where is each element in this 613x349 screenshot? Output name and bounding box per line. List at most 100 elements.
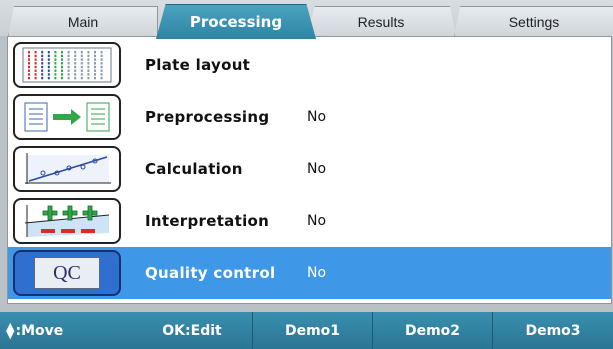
plate-well bbox=[80, 76, 83, 80]
plate-well bbox=[34, 73, 37, 76]
plate-well bbox=[41, 73, 44, 76]
plate-well bbox=[87, 51, 90, 54]
plate-well bbox=[54, 58, 57, 61]
processing-panel: Plate layout Preprocessing No Calculatio… bbox=[7, 36, 612, 304]
plate-well bbox=[67, 73, 70, 76]
plate-well bbox=[67, 62, 70, 65]
plate-well bbox=[41, 58, 44, 61]
plate-well bbox=[47, 54, 50, 58]
row-quality-control[interactable]: QC Quality control No bbox=[8, 247, 611, 299]
demo3-button[interactable]: Demo3 bbox=[492, 312, 613, 349]
move-hint: ▲ ▼ :Move bbox=[0, 312, 132, 349]
plate-well bbox=[94, 62, 96, 65]
row-value: No bbox=[307, 109, 327, 125]
plate-well bbox=[94, 76, 96, 80]
plate-well bbox=[87, 65, 90, 69]
plate-well bbox=[100, 54, 103, 58]
demo1-button[interactable]: Demo1 bbox=[252, 312, 372, 349]
plate-well bbox=[100, 65, 103, 69]
row-value: No bbox=[307, 213, 327, 229]
plate-well bbox=[34, 62, 37, 65]
plate-well bbox=[54, 51, 57, 54]
plate-well bbox=[34, 76, 37, 80]
plate-well bbox=[67, 51, 70, 54]
plate-well bbox=[47, 62, 50, 65]
plate-well bbox=[54, 54, 57, 58]
plate-well bbox=[28, 69, 30, 72]
plate-well bbox=[67, 58, 70, 61]
qc-icon-label: QC bbox=[34, 257, 100, 289]
plate-well bbox=[61, 76, 63, 80]
plate-well bbox=[28, 76, 30, 80]
tab-settings[interactable]: Settings bbox=[454, 6, 613, 37]
bottom-bar: ▲ ▼ :Move OK:Edit Demo1 Demo2 Demo3 bbox=[0, 312, 613, 349]
move-label: :Move bbox=[15, 322, 64, 339]
plate-well bbox=[54, 69, 57, 72]
plate-well bbox=[87, 69, 90, 72]
plate-well bbox=[67, 76, 70, 80]
plate-well bbox=[94, 58, 96, 61]
plate-layout-icon bbox=[13, 42, 121, 88]
plate-well bbox=[61, 58, 63, 61]
plate-well bbox=[100, 73, 103, 76]
row-preprocessing[interactable]: Preprocessing No bbox=[8, 91, 611, 143]
tab-bar: Main Results Settings Processing bbox=[0, 0, 613, 39]
row-label: Preprocessing bbox=[145, 108, 270, 126]
plate-well bbox=[41, 65, 44, 69]
plate-well bbox=[41, 62, 44, 65]
plate-well bbox=[80, 65, 83, 69]
row-label: Calculation bbox=[145, 160, 243, 178]
plate-well bbox=[100, 62, 103, 65]
plate-well bbox=[47, 76, 50, 80]
plate-well bbox=[61, 62, 63, 65]
tab-results[interactable]: Results bbox=[306, 6, 456, 37]
plate-well bbox=[54, 73, 57, 76]
plate-well bbox=[28, 65, 30, 69]
plate-well bbox=[28, 58, 30, 61]
plate-well bbox=[80, 69, 83, 72]
row-plate-layout[interactable]: Plate layout bbox=[8, 39, 611, 91]
plate-well bbox=[47, 73, 50, 76]
plate-well bbox=[28, 62, 30, 65]
plate-well bbox=[47, 51, 50, 54]
demo2-button[interactable]: Demo2 bbox=[372, 312, 492, 349]
plate-well bbox=[74, 54, 77, 58]
plate-well bbox=[41, 54, 44, 58]
plate-well bbox=[87, 73, 90, 76]
plate-well bbox=[87, 62, 90, 65]
calculation-icon bbox=[13, 146, 121, 192]
plate-well bbox=[34, 69, 37, 72]
plate-well bbox=[28, 54, 30, 58]
plate-well bbox=[34, 58, 37, 61]
plate-well bbox=[94, 51, 96, 54]
plate-well bbox=[80, 62, 83, 65]
plate-well bbox=[47, 65, 50, 69]
plate-well bbox=[100, 69, 103, 72]
plate-well bbox=[54, 76, 57, 80]
row-calculation[interactable]: Calculation No bbox=[8, 143, 611, 195]
plate-well bbox=[80, 54, 83, 58]
row-interpretation[interactable]: Interpretation No bbox=[8, 195, 611, 247]
plate-well bbox=[74, 51, 77, 54]
row-label: Interpretation bbox=[145, 212, 270, 230]
up-down-arrows-icon: ▲ ▼ bbox=[6, 319, 15, 341]
row-label: Plate layout bbox=[145, 56, 251, 74]
plate-well bbox=[47, 58, 50, 61]
plate-well bbox=[80, 73, 83, 76]
plate-well bbox=[47, 69, 50, 72]
row-value: No bbox=[307, 161, 327, 177]
plate-well bbox=[74, 69, 77, 72]
plate-well bbox=[41, 69, 44, 72]
plate-well bbox=[94, 54, 96, 58]
plate-well bbox=[87, 76, 90, 80]
plate-well bbox=[28, 51, 30, 54]
tab-main[interactable]: Main bbox=[8, 6, 158, 37]
row-value: No bbox=[307, 265, 327, 281]
tab-processing[interactable]: Processing bbox=[156, 4, 316, 39]
plate-well bbox=[28, 73, 30, 76]
plate-well bbox=[54, 65, 57, 69]
plate-well bbox=[74, 73, 77, 76]
plate-well bbox=[100, 76, 103, 80]
plate-well bbox=[54, 62, 57, 65]
plate-well bbox=[100, 51, 103, 54]
